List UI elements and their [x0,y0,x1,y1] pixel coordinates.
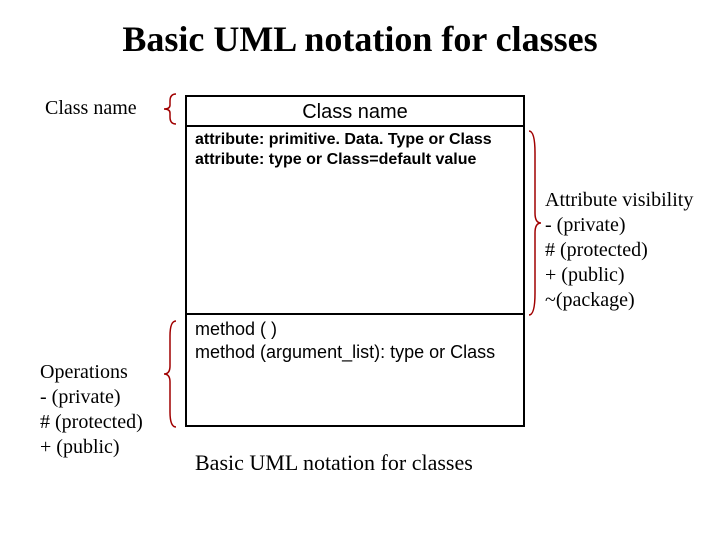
label-operations-visibility: Operations- (private)# (protected)+ (pub… [40,360,143,460]
brace-icon [160,92,180,126]
brace-icon [160,318,180,430]
brace-icon [525,128,545,318]
uml-operations: method ( )method (argument_list): type o… [187,315,523,425]
label-class-name: Class name [45,97,137,120]
uml-class-name: Class name [187,97,523,127]
slide: Basic UML notation for classes Class nam… [0,0,720,540]
uml-attributes: attribute: primitive. Data. Type or Clas… [187,127,523,315]
label-attribute-visibility: Attribute visibility- (private)# (protec… [545,188,693,313]
caption: Basic UML notation for classes [195,450,473,476]
uml-class-box: Class name attribute: primitive. Data. T… [185,95,525,427]
page-title: Basic UML notation for classes [0,18,720,60]
